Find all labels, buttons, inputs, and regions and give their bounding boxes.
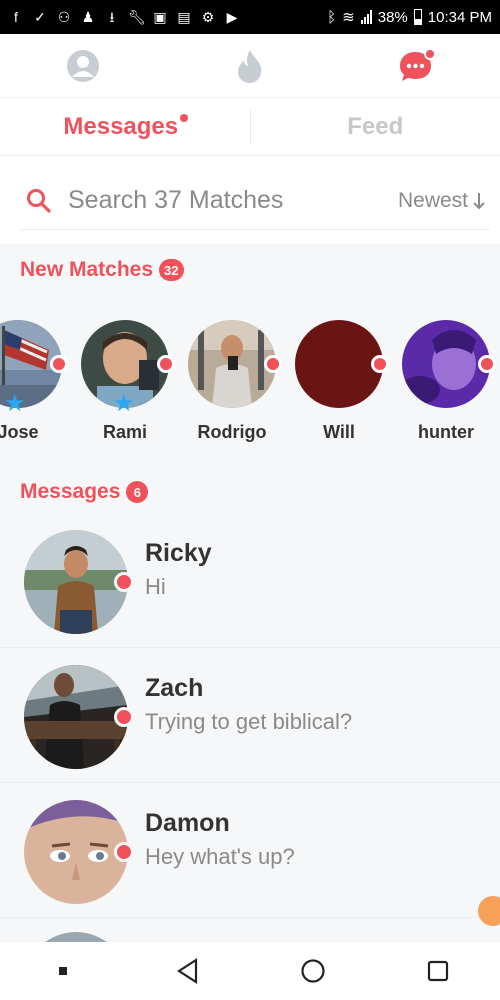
star-icon: ★ [4, 390, 26, 417]
online-dot [478, 355, 496, 373]
conversation-preview: Hi [145, 574, 166, 599]
profile-button[interactable] [58, 41, 108, 91]
bluetooth-icon: ᛒ [327, 8, 337, 26]
home-button[interactable] [293, 951, 333, 991]
match-name: hunter [418, 422, 474, 442]
arrow-down-icon [473, 192, 485, 209]
new-matches-count-badge: 32 [159, 259, 184, 281]
home-circle-icon [300, 959, 325, 983]
video-icon: ▶ [226, 9, 238, 25]
conversation-name: Zach [145, 674, 204, 702]
top-navigation [0, 34, 500, 98]
match-item[interactable]: Will [295, 320, 389, 443]
unread-dot [114, 842, 134, 862]
battery-percent: 38% [377, 8, 408, 26]
match-name: Will [323, 422, 355, 442]
video-bubble-icon[interactable] [478, 896, 500, 926]
unread-dot [180, 113, 189, 122]
sort-label: Newest [397, 188, 468, 212]
messages-title: Messages [20, 480, 121, 503]
match-name: Rami [102, 422, 147, 442]
avatar [24, 800, 134, 904]
avatar [188, 320, 282, 408]
avatar [24, 665, 134, 769]
tab-messages-label: Messages [63, 112, 179, 140]
conversation-row[interactable]: Damon Hey what's up? [0, 784, 500, 918]
sort-button[interactable]: Newest [398, 189, 486, 213]
search-input[interactable] [68, 186, 398, 215]
chat-bubble-icon [399, 47, 436, 81]
tab-bar: Messages Feed [0, 98, 500, 156]
search-bar: Newest [20, 172, 490, 230]
download-icon: ⭳ [109, 9, 115, 25]
new-matches-title: New Matches [20, 258, 154, 281]
profile-icon [67, 49, 100, 82]
check-icon: ✓ [34, 9, 46, 25]
android-navigation-bar [0, 942, 500, 1000]
messages-header: Messages 6 [20, 480, 149, 504]
match-item[interactable]: ★ Rami [81, 320, 175, 443]
avatar [24, 932, 128, 942]
facebook-icon: f [14, 9, 18, 25]
system-status: ᛒ ≋ 38% 10:34 PM [327, 8, 492, 27]
tab-feed-label: Feed [347, 112, 404, 140]
match-item[interactable]: ★ Jose [0, 320, 68, 443]
tab-messages[interactable]: Messages [0, 113, 250, 141]
online-dot [264, 355, 282, 373]
conversation-name: Ricky [145, 539, 212, 567]
avatar [402, 320, 496, 408]
star-icon: ★ [113, 390, 135, 417]
messages-nav-button[interactable] [392, 41, 442, 91]
conversation-preview: Hey what's up? [145, 844, 295, 869]
search-icon[interactable] [24, 186, 54, 216]
online-dot [371, 355, 389, 373]
card-icon: ▤ [177, 9, 191, 25]
people-icon: ⚇ [57, 9, 71, 25]
signal-icon [360, 10, 372, 24]
recents-button[interactable] [418, 951, 458, 991]
avatar [24, 530, 134, 634]
notification-icons: f ✓ ⚇ ♟ ⭳ 🔧︎ ▣ ▤ ⚙ ▶ [8, 9, 240, 25]
match-name: Rodrigo [197, 422, 267, 442]
status-bar: f ✓ ⚇ ♟ ⭳ 🔧︎ ▣ ▤ ⚙ ▶ ᛒ ≋ 38% 10:34 PM [0, 0, 500, 34]
dot-icon [58, 967, 67, 975]
wifi-icon: ≋ [342, 9, 355, 26]
settings-icon: ⚙ [201, 9, 215, 25]
avatar [295, 320, 389, 408]
wrench-icon: 🔧︎ [128, 9, 146, 25]
unread-dot [114, 707, 134, 727]
tab-feed[interactable]: Feed [251, 113, 500, 141]
battery-icon [413, 9, 422, 25]
conversation-preview: Trying to get biblical? [145, 709, 353, 734]
conversation-name: Damon [145, 809, 230, 837]
online-dot [157, 355, 175, 373]
conversation-row[interactable]: Ricky Hi [0, 514, 500, 648]
content-area: New Matches 32 ★ Jose ★ Rami Rodrigo Wil… [0, 244, 500, 942]
flame-icon [237, 49, 262, 83]
match-name: Jose [0, 422, 39, 442]
dot-button[interactable] [43, 951, 83, 991]
back-button[interactable] [168, 951, 208, 991]
unread-dot [114, 572, 134, 592]
avatar: ★ [0, 320, 68, 416]
match-item[interactable]: hunter [402, 320, 496, 443]
image-icon: ▣ [153, 9, 167, 25]
conversation-row[interactable]: Zach Trying to get biblical? [0, 649, 500, 783]
clock: 10:34 PM [427, 8, 492, 26]
discover-button[interactable] [225, 41, 275, 91]
avatar: ★ [81, 320, 175, 416]
messages-count-badge: 6 [126, 481, 149, 503]
new-matches-header: New Matches 32 [20, 258, 184, 282]
recents-square-icon [427, 960, 448, 982]
match-item[interactable]: Rodrigo [188, 320, 282, 443]
person-icon: ♟ [81, 9, 95, 25]
back-triangle-icon [176, 958, 197, 984]
online-dot [50, 355, 68, 373]
